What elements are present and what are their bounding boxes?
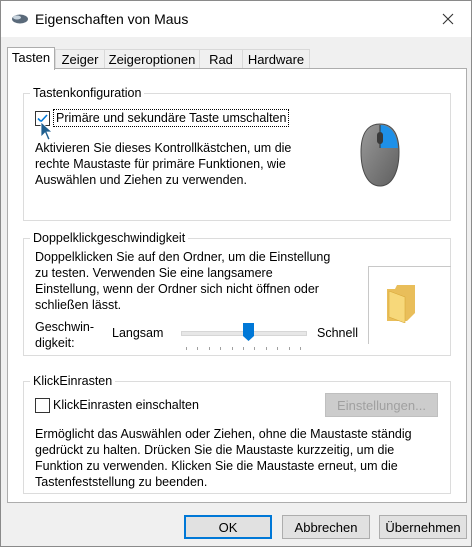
button-config-description-1: Aktivieren Sie dieses Kontrollkästchen, …: [35, 141, 292, 155]
apply-button[interactable]: Übernehmen: [379, 515, 467, 539]
double-click-description-3: Einstellung, wenn der Ordner sich nicht …: [35, 282, 319, 296]
slider-thumb[interactable]: [243, 323, 254, 341]
speed-label-line2: digkeit:: [35, 336, 75, 350]
slider-tick: [232, 347, 233, 350]
slider-tick: [186, 347, 187, 350]
close-icon: [442, 13, 454, 25]
ok-button[interactable]: OK: [184, 515, 272, 539]
button-config-group: Tastenkonfiguration Primäre und sekundär…: [23, 86, 451, 221]
click-lock-description-1: Ermöglicht das Auswählen oder Ziehen, oh…: [35, 427, 412, 441]
button-config-legend: Tastenkonfiguration: [30, 86, 145, 100]
click-lock-settings-button[interactable]: Einstellungen...: [325, 393, 438, 417]
mouse-illustration-icon: [360, 123, 400, 187]
tab-hardware[interactable]: Hardware: [242, 49, 310, 69]
folder-icon[interactable]: [385, 283, 417, 323]
swap-buttons-label[interactable]: Primäre und sekundäre Taste umschalten: [53, 109, 290, 127]
slider-tick: [277, 347, 278, 350]
speed-slider[interactable]: [181, 323, 307, 353]
mouse-icon: [12, 14, 28, 24]
mouse-properties-window: Eigenschaften von Maus Tasten Zeiger Zei…: [0, 0, 472, 547]
cancel-button[interactable]: Abbrechen: [282, 515, 370, 539]
slow-label: Langsam: [112, 326, 164, 340]
title-bar: Eigenschaften von Maus: [1, 1, 471, 37]
slider-tick: [300, 347, 301, 350]
click-lock-description-3: Funktion zu verwenden. Klicken Sie die M…: [35, 459, 398, 473]
test-folder-area[interactable]: [368, 266, 451, 344]
slider-tick: [266, 347, 267, 350]
slider-tick: [289, 347, 290, 350]
tab-rad[interactable]: Rad: [199, 49, 243, 69]
button-config-description-2: rechte Maustaste für primäre Funktionen,…: [35, 157, 286, 171]
fast-label: Schnell: [317, 326, 358, 340]
double-click-description-1: Doppelklicken Sie auf den Ordner, um die…: [35, 250, 331, 264]
slider-tick: [254, 347, 255, 350]
tab-zeiger[interactable]: Zeiger: [55, 49, 105, 69]
click-lock-label[interactable]: KlickEinrasten einschalten: [53, 397, 199, 413]
window-title: Eigenschaften von Maus: [35, 11, 189, 27]
tab-panel-tasten: Tastenkonfiguration Primäre und sekundär…: [7, 68, 467, 503]
click-lock-description-2: gedrückt zu halten. Drücken Sie die Maus…: [35, 443, 395, 457]
close-button[interactable]: [425, 1, 471, 37]
tab-zeigeroptionen[interactable]: Zeigeroptionen: [104, 49, 200, 69]
slider-tick: [243, 347, 244, 350]
click-lock-group: KlickEinrasten KlickEinrasten einschalte…: [23, 374, 451, 494]
double-click-legend: Doppelklickgeschwindigkeit: [30, 231, 189, 245]
double-click-description-4: schließen lässt.: [35, 298, 122, 312]
button-config-description-3: Auswählen und Ziehen zu verwenden.: [35, 173, 247, 187]
double-click-group: Doppelklickgeschwindigkeit Doppelklicken…: [23, 231, 451, 356]
slider-tick: [220, 347, 221, 350]
slider-tick: [209, 347, 210, 350]
click-lock-checkbox[interactable]: [35, 398, 50, 413]
double-click-description-2: zu testen. Verwenden Sie eine langsamere: [35, 266, 273, 280]
mouse-pointer-icon: [40, 121, 54, 141]
tab-tasten[interactable]: Tasten: [7, 47, 55, 70]
slider-tick: [197, 347, 198, 350]
click-lock-legend: KlickEinrasten: [30, 374, 116, 388]
speed-label-line1: Geschwin-: [35, 320, 95, 334]
click-lock-description-4: Tastenfeststellung zu beenden.: [35, 475, 208, 489]
